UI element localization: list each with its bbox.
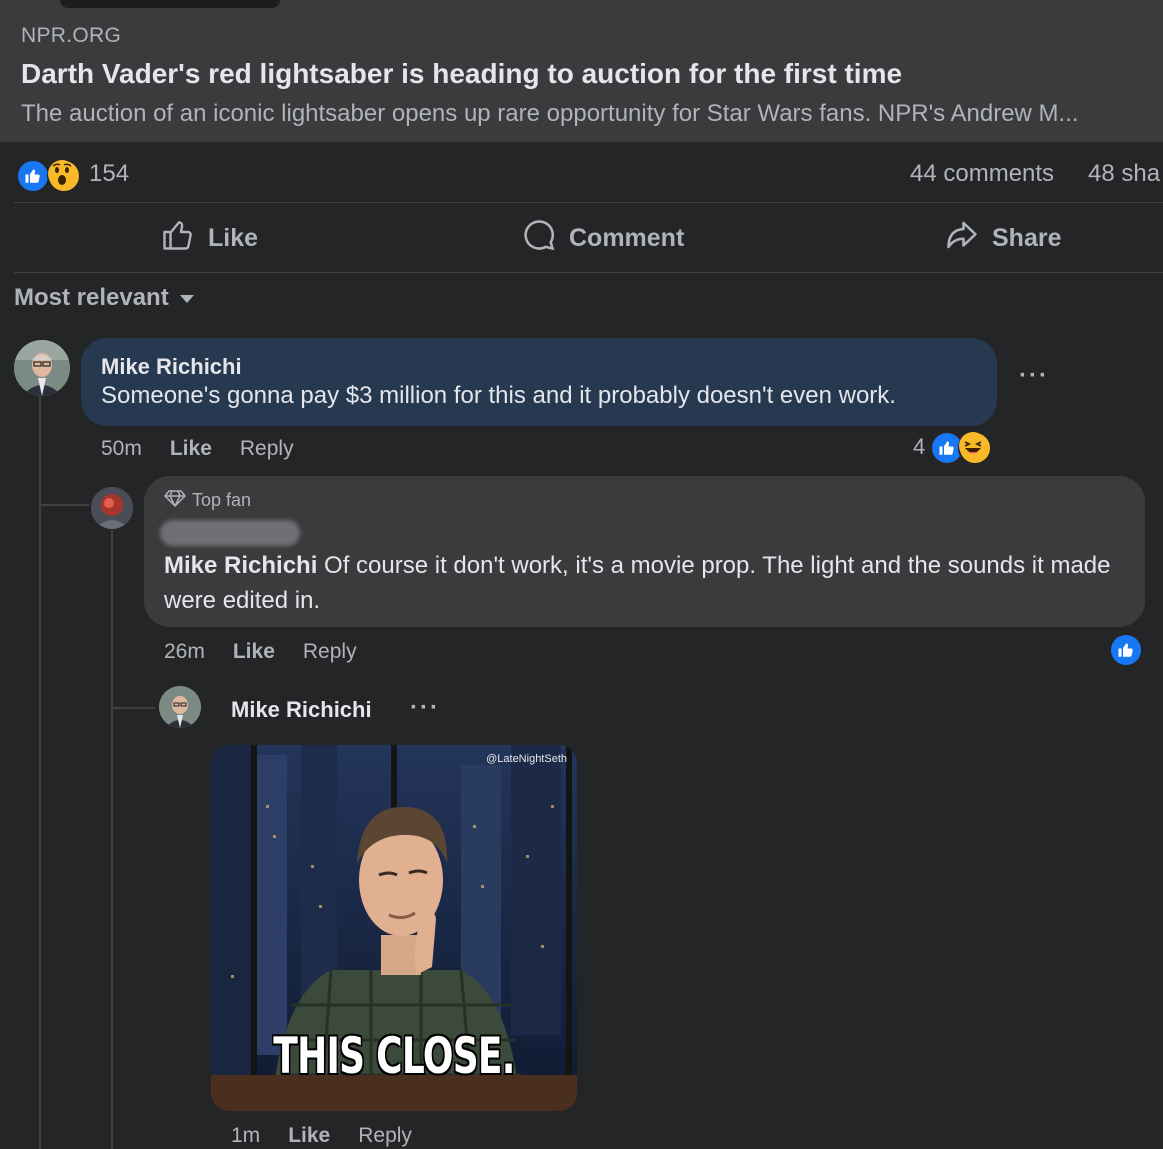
comment-reply-button[interactable]: Reply [240, 437, 294, 461]
thread-branch [41, 504, 89, 506]
share-label: Share [992, 223, 1062, 252]
comment-time[interactable]: 50m [101, 437, 142, 461]
like-icon [16, 159, 50, 193]
more-options-icon[interactable]: ··· [1019, 362, 1049, 390]
link-source: NPR.ORG [21, 24, 122, 47]
comment-like-button[interactable]: Like [233, 640, 275, 664]
laughing-icon [958, 431, 992, 465]
gif-image[interactable]: @LateNightSeth THIS CLOSE. [211, 745, 577, 1111]
comment-author[interactable]: Mike Richichi [231, 697, 372, 723]
comment-bubble[interactable]: Top fan Mike Richichi Of course it don't… [144, 476, 1145, 627]
divider [14, 202, 1163, 203]
like-button[interactable]: Like [160, 215, 258, 261]
gif-caption: THIS CLOSE. [273, 1027, 515, 1085]
comment-sort-dropdown[interactable]: Most relevant [14, 284, 195, 312]
wow-icon [47, 159, 81, 193]
comment-bubble-icon [521, 217, 557, 260]
link-title[interactable]: Darth Vader's red lightsaber is heading … [21, 58, 902, 90]
divider [14, 272, 1163, 273]
comment-reaction-count[interactable]: 4 [913, 434, 925, 460]
thread-line [39, 470, 41, 506]
badge-label: Top fan [192, 490, 252, 510]
comments-count[interactable]: 44 comments [910, 160, 1054, 188]
share-arrow-icon [944, 217, 980, 260]
gif-watermark: @LateNightSeth [486, 753, 567, 765]
comment-meta: 50m Like Reply [101, 437, 294, 461]
more-options-icon[interactable]: ··· [410, 694, 440, 722]
comment-meta: 26m Like Reply [164, 640, 357, 664]
comment-time[interactable]: 1m [231, 1124, 260, 1148]
like-label: Like [208, 223, 259, 252]
mention-link[interactable]: Mike Richichi [164, 552, 317, 579]
comment-button[interactable]: Comment [521, 215, 684, 261]
shares-count[interactable]: 48 sha [1088, 160, 1160, 188]
comment-like-button[interactable]: Like [288, 1124, 330, 1148]
comment-label: Comment [569, 223, 685, 252]
comment-reply-button[interactable]: Reply [358, 1124, 412, 1148]
link-image-edge [0, 0, 1163, 8]
reaction-count[interactable]: 154 [89, 160, 129, 188]
avatar[interactable] [14, 340, 70, 396]
avatar[interactable] [91, 487, 133, 529]
thread-line [111, 530, 113, 1149]
like-icon[interactable] [1109, 633, 1143, 667]
share-button[interactable]: Share [944, 215, 1061, 261]
avatar[interactable] [159, 686, 201, 728]
thumbs-up-icon [160, 217, 196, 260]
diamond-icon [164, 489, 186, 512]
comment-like-button[interactable]: Like [170, 437, 212, 461]
comment-text: Mike Richichi Of course it don't work, i… [164, 548, 1124, 618]
caret-down-icon [179, 284, 195, 312]
redacted-author-name [160, 520, 300, 546]
thread-line [39, 396, 41, 1149]
thread-branch [113, 707, 155, 709]
comment-meta: 1m Like Reply [231, 1124, 412, 1148]
comment-time[interactable]: 26m [164, 640, 205, 664]
comment-bubble[interactable]: Mike Richichi Someone's gonna pay $3 mil… [81, 338, 997, 426]
link-description: The auction of an iconic lightsaber open… [21, 100, 1079, 127]
comment-author[interactable]: Mike Richichi [101, 354, 242, 380]
top-fan-badge: Top fan [164, 489, 251, 512]
comment-reply-button[interactable]: Reply [303, 640, 357, 664]
sort-label: Most relevant [14, 284, 169, 311]
comment-text: Someone's gonna pay $3 million for this … [101, 382, 896, 409]
